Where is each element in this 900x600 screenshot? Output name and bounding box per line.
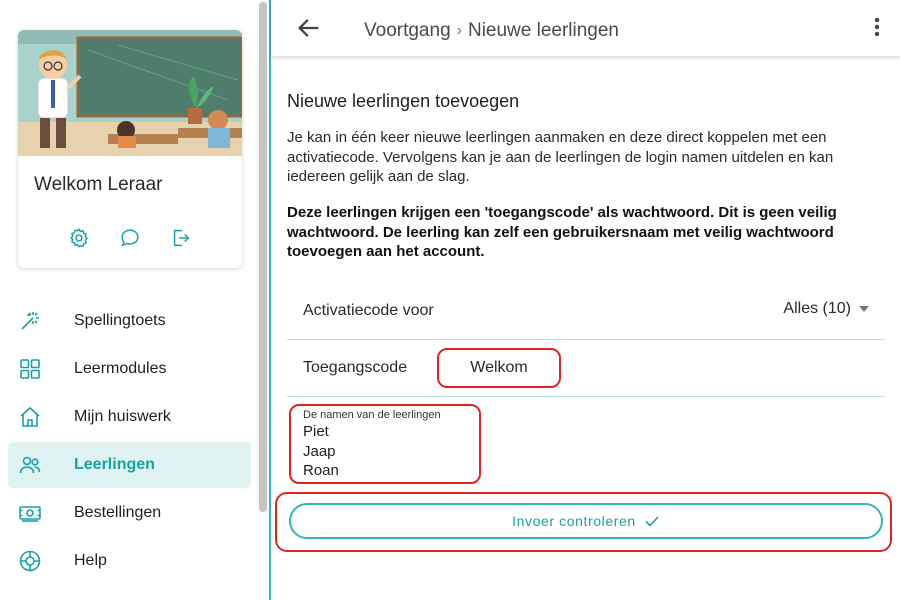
grid-icon <box>20 359 40 379</box>
lifebuoy-icon <box>19 550 41 572</box>
sidebar-scrollbar[interactable] <box>259 2 267 512</box>
chat-icon[interactable] <box>117 226 143 250</box>
student-name: Piet <box>303 423 329 440</box>
access-code-input[interactable]: Welkom <box>437 348 561 388</box>
logout-icon[interactable] <box>168 226 194 250</box>
breadcrumb-parent[interactable]: Voortgang <box>364 20 451 42</box>
back-button[interactable] <box>295 14 323 42</box>
breadcrumb-current: Nieuwe leerlingen <box>467 20 620 41</box>
student-name: Jaap <box>303 442 336 460</box>
gear-icon[interactable] <box>66 226 92 250</box>
breadcrumb: Voortgang › Nieuwe leerlingen <box>364 20 619 42</box>
sidebar-item-leerlingen[interactable]: Leerlingen <box>8 442 251 488</box>
caret-down-icon <box>859 306 869 312</box>
arrow-left-icon <box>298 19 319 37</box>
sidebar-item-mijn-huiswerk[interactable]: Mijn huiswerk <box>8 394 251 440</box>
sidebar-item-label: Mijn huiswerk <box>74 408 171 425</box>
check-icon <box>645 516 659 527</box>
intro-text: Je kan in één keer nieuwe leerlingen aan… <box>287 129 834 185</box>
welcome-title: Welkom Leraar <box>34 174 163 195</box>
student-names-field[interactable]: De namen van de leerlingen Piet Jaap Roa… <box>289 404 481 484</box>
money-icon <box>19 506 41 522</box>
sidebar-item-label: Spellingtoets <box>74 312 166 329</box>
access-code-row: Toegangscode Welkom <box>287 342 885 397</box>
teacher-card: Welkom Leraar <box>18 30 242 268</box>
sidebar-item-leermodules[interactable]: Leermodules <box>8 346 251 392</box>
activation-select[interactable]: Alles (10) <box>783 300 869 318</box>
card-actions <box>18 226 242 250</box>
page-title: Nieuwe leerlingen toevoegen <box>287 91 520 111</box>
check-input-label: Invoer controleren <box>512 513 636 529</box>
sidebar-item-help[interactable]: Help <box>8 538 251 584</box>
magic-wand-icon <box>21 312 39 330</box>
sidebar-item-bestellingen[interactable]: Bestellingen <box>8 490 251 536</box>
activation-row: Activatiecode voor Alles (10) <box>287 285 885 340</box>
warning-text: Deze leerlingen krijgen een 'toegangscod… <box>287 204 837 260</box>
home-icon <box>20 406 40 427</box>
access-code-label: Toegangscode <box>303 359 408 376</box>
more-options-button[interactable] <box>868 16 886 40</box>
student-names-caption: De namen van de leerlingen <box>303 409 441 421</box>
classroom-illustration <box>18 30 242 156</box>
users-icon <box>19 456 41 474</box>
breadcrumb-separator: › <box>456 22 462 39</box>
sidebar-nav: Spellingtoets Leermodules Mijn huiswerk <box>8 298 251 586</box>
sidebar-item-label: Help <box>74 552 107 569</box>
main-content: Nieuwe leerlingen toevoegen Je kan in éé… <box>271 56 900 600</box>
more-vertical-icon <box>874 17 880 37</box>
sidebar-item-label: Leerlingen <box>74 456 155 473</box>
activation-select-value: Alles (10) <box>783 300 851 317</box>
sidebar: Welkom Leraar Spellingtoets Leermodules … <box>0 0 258 600</box>
student-name: Roan <box>303 462 339 479</box>
activation-label: Activatiecode voor <box>303 302 434 319</box>
top-bar: Voortgang › Nieuwe leerlingen <box>271 0 900 56</box>
sidebar-item-spellingtoets[interactable]: Spellingtoets <box>8 298 251 344</box>
sidebar-item-label: Bestellingen <box>74 504 162 521</box>
check-input-button[interactable]: Invoer controleren <box>289 503 883 539</box>
sidebar-item-label: Leermodules <box>74 360 167 377</box>
